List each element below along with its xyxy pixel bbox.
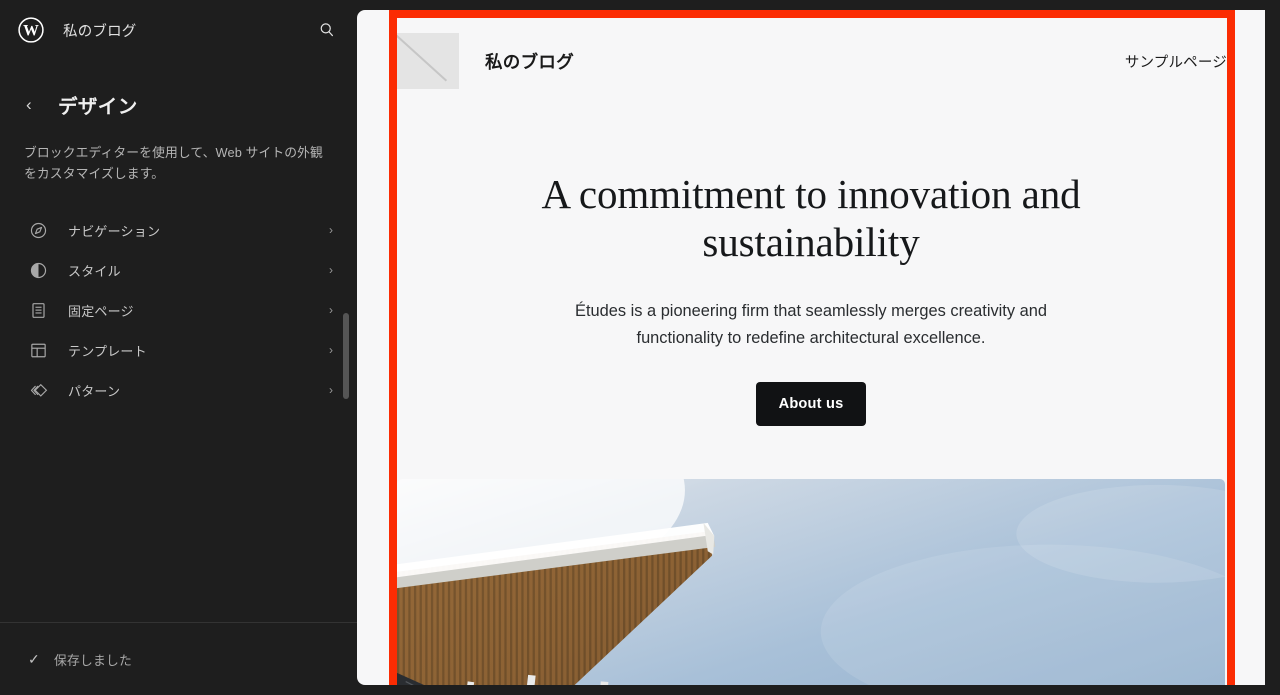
sidebar-scrollbar[interactable] xyxy=(343,313,349,399)
sidebar-item-navigation[interactable]: ナビゲーション › xyxy=(0,210,357,250)
design-editor-app: W 私のブログ ‹ デザイン ブロックエディターを使用して、Web サイトの外観… xyxy=(0,0,1280,695)
sidebar-site-name: 私のブログ xyxy=(63,23,137,40)
sidebar-item-pages[interactable]: 固定ページ › xyxy=(0,290,357,330)
save-status: 保存しました xyxy=(54,652,132,668)
check-icon: ✓ xyxy=(28,650,40,667)
page-title: デザイン xyxy=(58,96,138,118)
layout-icon xyxy=(28,340,48,360)
sidebar-menu: ナビゲーション › スタイル › 固定ページ › テンプレート › パターン › xyxy=(0,210,357,410)
chevron-right-icon: › xyxy=(329,303,333,318)
preview-nav-item-sample-page[interactable]: サンプルページ xyxy=(1125,51,1227,72)
wordpress-logo-icon[interactable]: W xyxy=(16,15,46,45)
about-us-button[interactable]: About us xyxy=(755,382,867,427)
sidebar-item-label: ナビゲーション xyxy=(68,223,161,239)
hero-paragraph: Études is a pioneering firm that seamles… xyxy=(575,301,1047,347)
chevron-right-icon: › xyxy=(329,263,333,278)
contrast-icon xyxy=(28,260,48,280)
pattern-icon xyxy=(28,380,48,400)
sidebar-item-label: 固定ページ xyxy=(68,303,134,319)
sidebar-description: ブロックエディターを使用して、Web サイトの外観をカスタマイズします。 xyxy=(24,145,323,181)
sidebar-item-label: パターン xyxy=(68,383,121,399)
sidebar-item-styles[interactable]: スタイル › xyxy=(0,250,357,290)
sidebar-item-patterns[interactable]: パターン › xyxy=(0,370,357,410)
search-icon[interactable] xyxy=(311,14,343,46)
chevron-right-icon: › xyxy=(329,223,333,238)
sidebar-item-label: スタイル xyxy=(68,263,121,279)
sidebar-item-templates[interactable]: テンプレート › xyxy=(0,330,357,370)
compass-icon xyxy=(28,220,48,240)
site-logo-placeholder-icon[interactable] xyxy=(397,33,459,89)
sidebar-title-row: ‹ デザイン xyxy=(24,90,333,119)
chevron-right-icon: › xyxy=(329,383,333,398)
sidebar-header: ‹ デザイン ブロックエディターを使用して、Web サイトの外観をカスタマイズし… xyxy=(0,60,357,184)
hero-section: A commitment to innovation and sustainab… xyxy=(357,170,1265,427)
chevron-right-icon: › xyxy=(329,343,333,358)
sidebar-topbar: W 私のブログ xyxy=(0,0,357,60)
hero-image xyxy=(397,479,1225,685)
preview-site-header: 私のブログ サンプルページ xyxy=(357,10,1265,90)
svg-text:W: W xyxy=(23,23,39,40)
page-icon xyxy=(28,300,48,320)
architectural-roof-photo-icon xyxy=(397,479,1225,685)
sidebar-footer: ✓ 保存しました xyxy=(0,623,357,695)
back-chevron-icon[interactable]: ‹ xyxy=(24,96,48,113)
hero-heading: A commitment to innovation and sustainab… xyxy=(541,171,1081,266)
site-preview-canvas[interactable]: 私のブログ サンプルページ A commitment to innovation… xyxy=(357,10,1265,685)
sidebar-item-label: テンプレート xyxy=(68,343,147,359)
sidebar: W 私のブログ ‹ デザイン ブロックエディターを使用して、Web サイトの外観… xyxy=(0,0,357,695)
preview-site-title[interactable]: 私のブログ xyxy=(485,49,574,74)
